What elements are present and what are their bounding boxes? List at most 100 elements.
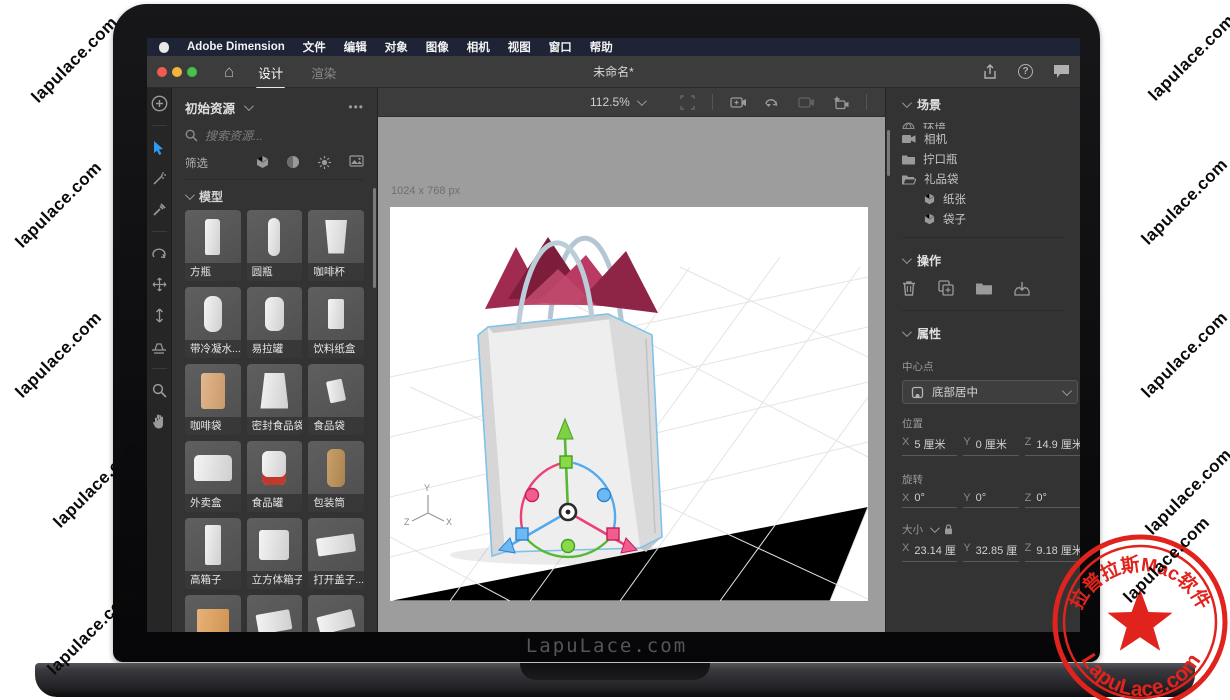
group-folder-icon[interactable] <box>976 282 992 295</box>
model-item[interactable]: 包装筒 <box>308 441 364 512</box>
pan-tool[interactable] <box>150 275 169 294</box>
home-icon[interactable]: ⌂ <box>224 63 234 80</box>
gizmo-rotate-y-handle[interactable] <box>562 540 575 553</box>
magic-wand-tool[interactable] <box>150 169 169 188</box>
model-item[interactable]: 带冷凝水... <box>185 287 241 358</box>
share-icon[interactable] <box>982 64 998 80</box>
asset-search-input[interactable]: 搜索资源... <box>185 122 364 148</box>
gizmo-y-scale-handle[interactable] <box>560 456 572 468</box>
rotation-y-field[interactable]: Y0° <box>963 492 1018 508</box>
menu-object[interactable]: 对象 <box>385 39 408 55</box>
frame-selection-icon[interactable] <box>680 95 695 110</box>
apple-menu-icon[interactable] <box>159 42 169 53</box>
horizon-tool[interactable] <box>150 337 169 356</box>
menu-window[interactable]: 窗口 <box>549 39 572 55</box>
gizmo-rotate-x-handle[interactable] <box>526 489 539 502</box>
menu-view[interactable]: 视图 <box>508 39 531 55</box>
position-y-field[interactable]: Y0 厘米 <box>963 436 1018 456</box>
model-item[interactable]: 食品罐 <box>247 441 303 512</box>
scene-panel-title[interactable]: 场景 <box>917 96 941 113</box>
model-item[interactable]: 打开盖子... <box>308 518 364 589</box>
chevron-down-icon[interactable] <box>902 254 912 264</box>
properties-panel-title[interactable]: 属性 <box>917 325 941 342</box>
rotation-z-field[interactable]: Z0° <box>1025 492 1080 508</box>
position-z-field[interactable]: Z14.9 厘米 <box>1025 436 1080 456</box>
scene-item-bag[interactable]: 袋子 <box>902 209 1080 229</box>
model-item[interactable]: 咖啡袋 <box>185 364 241 435</box>
chevron-down-icon[interactable] <box>902 98 912 108</box>
filter-lights-icon[interactable] <box>317 155 332 170</box>
orbit-tool[interactable] <box>150 244 169 263</box>
sampler-tool[interactable] <box>150 200 169 219</box>
filter-materials-icon[interactable] <box>286 155 300 169</box>
gizmo-z-scale-handle[interactable] <box>516 528 528 540</box>
chevron-down-icon[interactable] <box>185 190 195 200</box>
scene-item-bottle-group[interactable]: 拧口瓶 <box>902 149 1080 169</box>
model-item[interactable]: 高箱子 <box>185 518 241 589</box>
camera-undo-icon[interactable] <box>764 95 781 109</box>
position-x-field[interactable]: X5 厘米 <box>902 436 957 456</box>
menu-edit[interactable]: 编辑 <box>344 39 367 55</box>
chevron-down-icon[interactable] <box>902 327 912 337</box>
tab-design[interactable]: 设计 <box>252 55 289 88</box>
model-item[interactable]: 圆瓶 <box>247 210 303 281</box>
add-content-button[interactable] <box>150 94 169 113</box>
feedback-chat-icon[interactable] <box>1053 64 1070 79</box>
gizmo-rotate-z-handle[interactable] <box>598 489 611 502</box>
model-item[interactable] <box>247 595 303 632</box>
model-item[interactable]: 食品袋 <box>308 364 364 435</box>
chevron-down-icon[interactable] <box>930 523 940 533</box>
model-item[interactable]: 饮料纸盒 <box>308 287 364 358</box>
panel-menu-icon[interactable]: ••• <box>348 100 364 114</box>
close-window-button[interactable] <box>157 67 167 77</box>
select-tool[interactable] <box>150 138 169 157</box>
delete-icon[interactable] <box>902 280 916 296</box>
menu-help[interactable]: 帮助 <box>590 39 613 55</box>
minimize-window-button[interactable] <box>172 67 182 77</box>
menu-image[interactable]: 图像 <box>426 39 449 55</box>
scene-item-paper[interactable]: 纸张 <box>902 189 1080 209</box>
menu-camera[interactable]: 相机 <box>467 39 490 55</box>
pasteboard[interactable]: 1024 x 768 px <box>378 117 885 632</box>
model-item[interactable]: 方瓶 <box>185 210 241 281</box>
zoom-level-control[interactable]: 112.5% <box>590 95 644 109</box>
duplicate-icon[interactable] <box>938 280 954 296</box>
size-y-field[interactable]: Y32.85 厘 <box>963 542 1018 562</box>
chevron-down-icon[interactable] <box>244 101 254 111</box>
scene-item-environment[interactable]: 环境 <box>902 118 1080 129</box>
filter-images-icon[interactable] <box>349 155 364 167</box>
rotation-x-field[interactable]: X0° <box>902 492 957 508</box>
hand-tool[interactable] <box>150 412 169 431</box>
model-item[interactable]: 外卖盒 <box>185 441 241 512</box>
model-item[interactable]: 咖啡杯 <box>308 210 364 281</box>
model-item[interactable] <box>185 595 241 632</box>
menu-file[interactable]: 文件 <box>303 39 326 55</box>
assets-scrollbar[interactable] <box>373 188 376 288</box>
assets-panel-title[interactable]: 初始资源 <box>185 98 235 117</box>
scene-item-giftbag-group[interactable]: 礼品袋 <box>902 169 1080 189</box>
model-item[interactable]: 立方体箱子 <box>247 518 303 589</box>
scene-scrollbar[interactable] <box>887 130 890 176</box>
help-icon[interactable]: ? <box>1018 64 1033 79</box>
actions-panel-title[interactable]: 操作 <box>917 252 941 269</box>
export-icon[interactable] <box>1014 281 1030 296</box>
document-canvas[interactable]: Y Z X <box>390 207 868 601</box>
size-x-field[interactable]: X23.14 厘 <box>902 542 957 562</box>
pivot-select[interactable]: 底部居中 <box>902 380 1078 404</box>
lock-icon[interactable] <box>944 524 953 535</box>
model-item[interactable]: 易拉罐 <box>247 287 303 358</box>
model-item[interactable] <box>308 595 364 632</box>
models-section-label[interactable]: 模型 <box>199 188 223 205</box>
zoom-tool[interactable] <box>150 381 169 400</box>
gizmo-x-scale-handle[interactable] <box>607 528 619 540</box>
scene-item-camera[interactable]: 相机 <box>902 129 1080 149</box>
camera-bookmark-star-icon[interactable] <box>832 95 849 110</box>
menu-app-name[interactable]: Adobe Dimension <box>187 41 285 53</box>
tab-render[interactable]: 渲染 <box>305 55 342 88</box>
dolly-tool[interactable] <box>150 306 169 325</box>
filter-models-icon[interactable] <box>256 155 269 169</box>
model-item[interactable]: 密封食品袋 <box>247 364 303 435</box>
maximize-window-button[interactable] <box>187 67 197 77</box>
camera-redo-icon[interactable] <box>798 95 815 109</box>
camera-bookmark-add-icon[interactable] <box>730 95 747 109</box>
